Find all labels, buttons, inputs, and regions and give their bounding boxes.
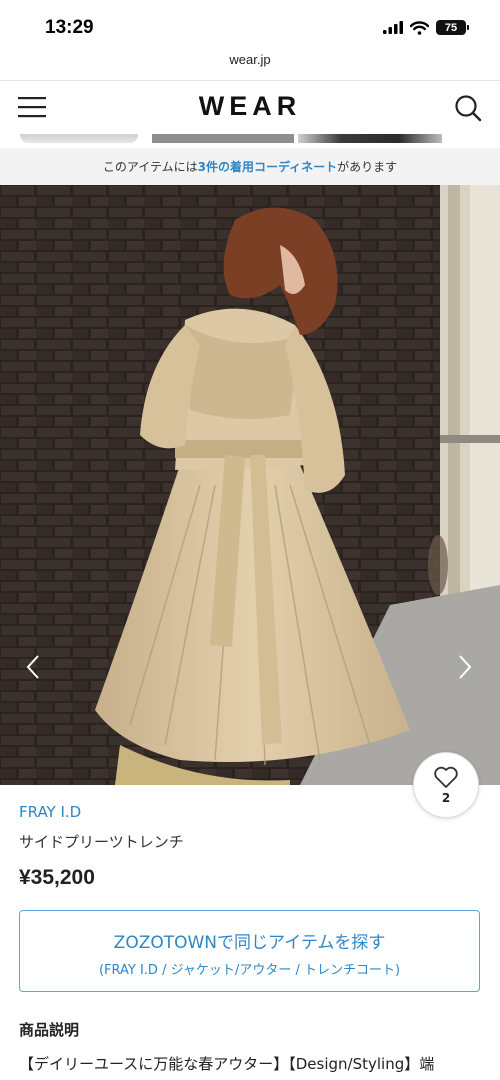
chevron-left-icon[interactable] [22, 652, 44, 682]
banner-suffix: があります [337, 160, 398, 174]
product-image[interactable] [0, 185, 500, 785]
search-icon[interactable] [454, 94, 482, 122]
site-header: WEAR [0, 80, 500, 134]
zozotown-search-button[interactable]: ZOZOTOWNで同じアイテムを探す (FRAY I.D / ジャケット/アウタ… [19, 910, 480, 992]
status-bar: 13:29 75 [0, 0, 500, 50]
product-photo-illustration [0, 185, 500, 785]
thumbnail[interactable] [20, 134, 138, 143]
description-text: 【デイリーユースに万能な春アウター】【Design/Styling】端 [19, 1055, 435, 1073]
status-time: 13:29 [45, 17, 94, 38]
thumbnail[interactable] [152, 134, 294, 143]
cellular-signal-icon [383, 21, 403, 34]
wifi-icon [410, 20, 429, 35]
status-icons: 75 [383, 20, 469, 35]
chevron-right-icon[interactable] [454, 652, 476, 682]
banner-prefix: このアイテムには [102, 160, 198, 174]
brand-link[interactable]: FRAY I.D [19, 803, 81, 821]
coordinate-banner[interactable]: このアイテムには 3件の着用コーディネート があります [0, 148, 500, 185]
description-heading: 商品説明 [19, 1021, 80, 1039]
zozotown-button-label: ZOZOTOWNで同じアイテムを探す [113, 933, 386, 953]
like-button[interactable]: 2 [413, 752, 479, 818]
thumbnail-strip [0, 134, 500, 146]
wear-logo[interactable]: WEAR [0, 91, 500, 122]
thumbnail[interactable] [298, 134, 442, 143]
zozotown-button-category: (FRAY I.D / ジャケット/アウター / トレンチコート) [98, 963, 401, 978]
heart-icon [434, 766, 458, 788]
like-count: 2 [441, 791, 451, 805]
coordinate-count-link[interactable]: 3件の着用コーディネート [198, 158, 338, 175]
battery-indicator: 75 [436, 20, 469, 35]
browser-url[interactable]: wear.jp [0, 52, 500, 67]
item-name: サイドプリーツトレンチ [19, 833, 184, 851]
item-price: ¥35,200 [19, 866, 95, 889]
